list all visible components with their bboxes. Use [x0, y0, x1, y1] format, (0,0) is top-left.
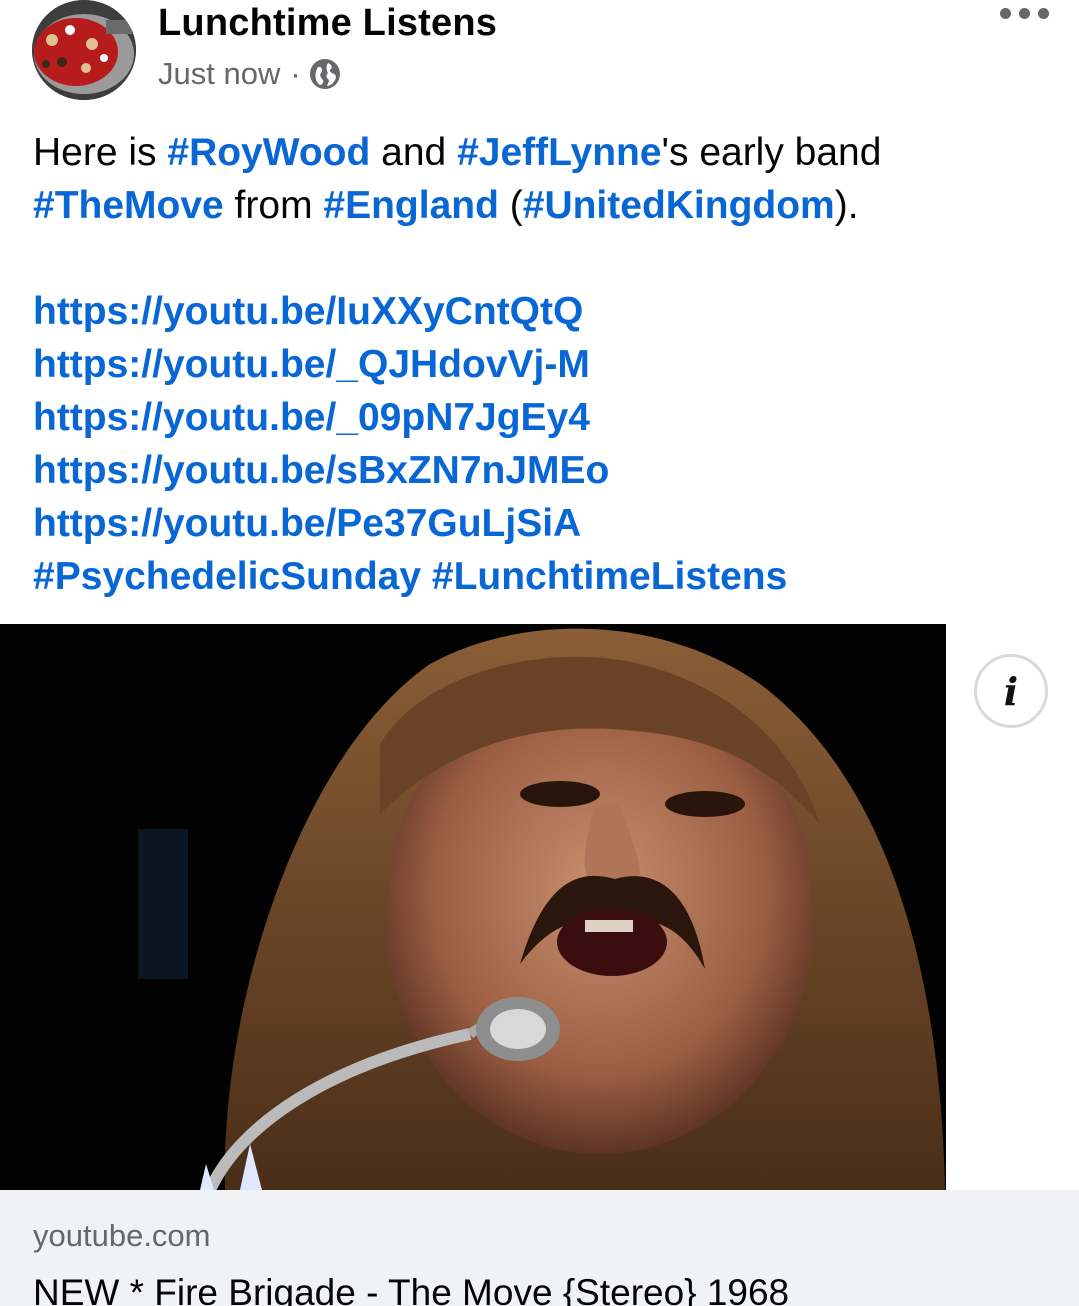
hashtag-link[interactable]: #TheMove	[33, 184, 224, 227]
more-horizontal-icon	[1000, 8, 1011, 19]
hashtag-link[interactable]: #PsychedelicSunday	[33, 555, 421, 598]
hashtag-link[interactable]: #England	[323, 184, 499, 227]
video-thumbnail[interactable]	[0, 624, 1079, 1190]
hashtag-link[interactable]: #RoyWood	[167, 131, 370, 174]
youtube-link[interactable]: https://youtu.be/IuXXyCntQtQ	[33, 290, 583, 333]
link-title: NEW * Fire Brigade - The Move {Stereo} 1…	[33, 1272, 790, 1306]
more-options-button[interactable]	[1000, 8, 1056, 28]
youtube-link[interactable]: https://youtu.be/Pe37GuLjSiA	[33, 502, 581, 545]
info-icon: i	[1003, 668, 1019, 714]
meta-separator: ·	[290, 56, 301, 91]
youtube-link[interactable]: https://youtu.be/sBxZN7nJMEo	[33, 449, 609, 492]
author-name[interactable]: Lunchtime Listens	[158, 2, 497, 45]
post-header: Lunchtime Listens Just now ·	[0, 0, 1079, 110]
link-domain: youtube.com	[33, 1218, 211, 1253]
post-meta: Just now ·	[158, 56, 341, 92]
youtube-link[interactable]: https://youtu.be/_09pN7JgEy4	[33, 396, 590, 439]
post-body: Here is #RoyWood and #JeffLynne's early …	[33, 126, 1053, 603]
hashtag-link[interactable]: #UnitedKingdom	[523, 184, 835, 227]
link-preview-card[interactable]: youtube.com NEW * Fire Brigade - The Mov…	[0, 1190, 1079, 1306]
timestamp[interactable]: Just now	[158, 56, 280, 92]
youtube-link[interactable]: https://youtu.be/_QJHdovVj-M	[33, 343, 590, 386]
info-button[interactable]: i	[974, 654, 1048, 728]
page-avatar[interactable]	[32, 0, 136, 100]
post-text-line: #TheMove from #England (#UnitedKingdom).	[33, 184, 859, 227]
post-text-line: Here is #RoyWood and #JeffLynne's early …	[33, 131, 882, 174]
hashtag-link[interactable]: #JeffLynne	[457, 131, 661, 174]
globe-icon	[309, 58, 341, 90]
hashtag-link[interactable]: #LunchtimeListens	[432, 555, 787, 598]
